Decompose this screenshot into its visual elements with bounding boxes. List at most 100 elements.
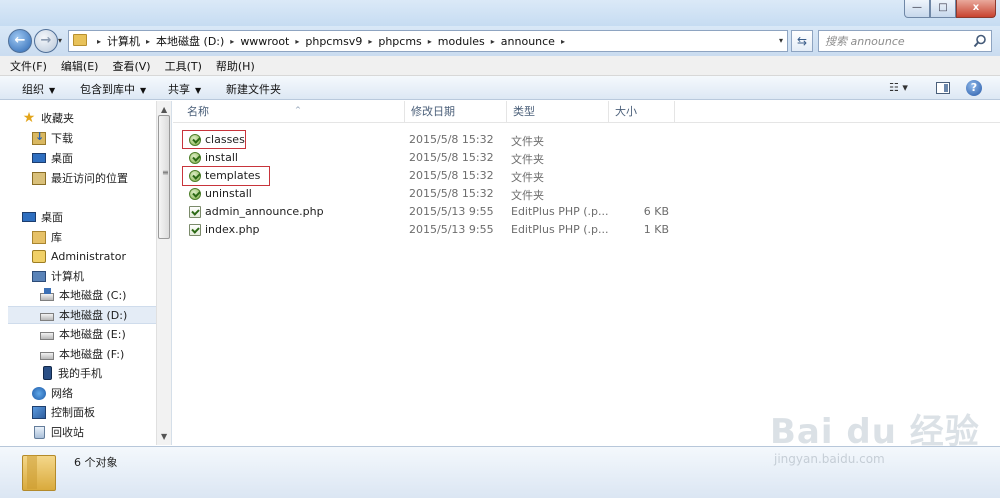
- folder-icon: [189, 152, 201, 164]
- download-folder-icon: [32, 130, 46, 145]
- sidebar-item-my-phone[interactable]: 我的手机: [40, 364, 195, 382]
- breadcrumb-separator-icon[interactable]: ▸: [97, 37, 101, 46]
- breadcrumb-item[interactable]: modules: [438, 35, 485, 48]
- breadcrumb-separator-icon[interactable]: ▸: [146, 37, 150, 46]
- recent-pages-dropdown[interactable]: ▾: [58, 36, 62, 45]
- address-bar[interactable]: ▸ 计算机 ▸ 本地磁盘 (D:) ▸ wwwroot ▸ phpcmsv9 ▸ phpcms ▸ m…: [68, 30, 788, 52]
- menu-view[interactable]: 查看(V): [112, 58, 150, 74]
- search-icon[interactable]: [973, 34, 987, 48]
- organize-button[interactable]: 组织 ▼: [22, 81, 55, 97]
- address-history-dropdown[interactable]: ▾: [779, 36, 783, 45]
- column-header-date-modified[interactable]: 修改日期: [405, 101, 507, 123]
- file-name: uninstall: [205, 187, 252, 200]
- column-header-label: 名称: [187, 105, 209, 118]
- sidebar-item-drive-c[interactable]: 本地磁盘 (C:): [40, 286, 195, 304]
- library-icon: [32, 230, 46, 244]
- drive-icon: [40, 331, 54, 340]
- file-date: 2015/5/13 9:55: [409, 205, 494, 218]
- change-view-button[interactable]: ☷ ▾: [889, 81, 908, 94]
- file-row[interactable]: install 2015/5/8 15:32 文件夹: [181, 149, 701, 167]
- file-date: 2015/5/8 15:32: [409, 169, 494, 182]
- file-row[interactable]: admin_announce.php 2015/5/13 9:55 EditPl…: [181, 203, 701, 221]
- folder-icon: [73, 34, 87, 46]
- sidebar-scrollbar[interactable]: ▲ ≡ ▼: [156, 101, 171, 445]
- menu-file[interactable]: 文件(F): [10, 58, 47, 74]
- title-bar: — □ x: [0, 0, 1000, 26]
- grip-icon: ≡: [162, 168, 169, 177]
- sidebar-item-label: 收藏夹: [41, 112, 74, 125]
- sidebar-item-label: 最近访问的位置: [51, 172, 128, 185]
- preview-pane-icon[interactable]: [936, 82, 950, 94]
- menu-tools[interactable]: 工具(T): [165, 58, 202, 74]
- search-input[interactable]: [825, 33, 975, 49]
- share-button[interactable]: 共享 ▼: [168, 81, 201, 97]
- column-header-size[interactable]: 大小: [609, 101, 675, 123]
- folder-icon: [189, 188, 201, 200]
- watermark-logo: Bai du 经验: [770, 412, 980, 452]
- sidebar-item-label: 本地磁盘 (E:): [59, 328, 126, 341]
- scroll-down-icon[interactable]: ▼: [161, 432, 167, 441]
- menu-bar: 文件(F) 编辑(E) 查看(V) 工具(T) 帮助(H): [0, 56, 1000, 76]
- breadcrumb-separator-icon[interactable]: ▸: [428, 37, 432, 46]
- breadcrumb-item[interactable]: phpcmsv9: [305, 35, 362, 48]
- minimize-button[interactable]: —: [904, 0, 930, 18]
- breadcrumb-item[interactable]: wwwroot: [240, 35, 289, 48]
- sidebar-item-label: Administrator: [51, 249, 126, 263]
- help-icon[interactable]: ?: [966, 80, 982, 96]
- column-header-type[interactable]: 类型: [507, 101, 609, 123]
- menu-edit[interactable]: 编辑(E): [61, 58, 99, 74]
- breadcrumb-separator-icon[interactable]: ▸: [368, 37, 372, 46]
- sidebar-item-favorites[interactable]: ★ 收藏夹: [22, 109, 177, 127]
- column-header-name[interactable]: 名称 ^: [181, 101, 405, 123]
- scroll-up-icon[interactable]: ▲: [161, 105, 167, 114]
- maximize-button[interactable]: □: [930, 0, 956, 18]
- chevron-down-icon: ▼: [195, 86, 202, 95]
- sidebar-item-drive-d[interactable]: 本地磁盘 (D:): [8, 306, 156, 324]
- file-size: 6 KB: [643, 205, 669, 218]
- phone-icon: [43, 366, 52, 380]
- breadcrumb-item[interactable]: 计算机: [107, 33, 140, 49]
- close-button[interactable]: x: [956, 0, 996, 18]
- new-folder-button[interactable]: 新建文件夹: [226, 81, 281, 97]
- back-button[interactable]: ←: [8, 29, 32, 53]
- sidebar-item-label: 我的手机: [58, 367, 102, 380]
- menu-help[interactable]: 帮助(H): [216, 58, 255, 74]
- sidebar-item-label: 桌面: [41, 211, 63, 224]
- breadcrumb-separator-icon[interactable]: ▸: [230, 37, 234, 46]
- breadcrumb-separator-icon[interactable]: ▸: [561, 37, 565, 46]
- file-row[interactable]: index.php 2015/5/13 9:55 EditPlus PHP (.…: [181, 221, 701, 239]
- sidebar-item-label: 计算机: [51, 270, 84, 283]
- file-type: 文件夹: [511, 189, 544, 202]
- organize-label: 组织: [22, 83, 44, 96]
- include-in-library-button[interactable]: 包含到库中 ▼: [80, 81, 146, 97]
- network-icon: [32, 386, 46, 400]
- desktop-icon: [22, 212, 36, 222]
- breadcrumb: ▸ 计算机 ▸ 本地磁盘 (D:) ▸ wwwroot ▸ phpcmsv9 ▸ phpcms ▸ m…: [91, 31, 571, 51]
- chevron-down-icon: ▼: [49, 86, 56, 95]
- breadcrumb-item[interactable]: announce: [501, 35, 555, 48]
- php-file-icon: [189, 224, 201, 236]
- file-date: 2015/5/8 15:32: [409, 151, 494, 164]
- column-headers: 名称 ^ 修改日期 类型 大小: [173, 101, 1000, 123]
- control-panel-icon: [32, 405, 46, 419]
- scrollbar-thumb[interactable]: ≡: [158, 115, 170, 239]
- file-row[interactable]: classes 2015/5/8 15:32 文件夹: [181, 131, 701, 149]
- sidebar-item-drive-f[interactable]: 本地磁盘 (F:): [40, 345, 195, 363]
- file-name: admin_announce.php: [205, 205, 324, 218]
- breadcrumb-separator-icon[interactable]: ▸: [491, 37, 495, 46]
- search-box[interactable]: [818, 30, 992, 52]
- refresh-button[interactable]: ⇆: [791, 30, 813, 52]
- file-row[interactable]: uninstall 2015/5/8 15:32 文件夹: [181, 185, 701, 203]
- sidebar-item-desktop-root[interactable]: 桌面: [22, 208, 177, 226]
- breadcrumb-item[interactable]: 本地磁盘 (D:): [156, 33, 224, 49]
- desktop-icon: [32, 153, 46, 163]
- sidebar-item-label: 控制面板: [51, 406, 95, 419]
- file-type: EditPlus PHP (.p...: [511, 223, 609, 236]
- item-count: 6 个对象: [74, 456, 118, 469]
- breadcrumb-separator-icon[interactable]: ▸: [295, 37, 299, 46]
- forward-button[interactable]: →: [34, 29, 58, 53]
- watermark-url: jingyan.baidu.com: [774, 452, 885, 466]
- highlight-box-classes: [182, 130, 246, 149]
- sidebar-item-drive-e[interactable]: 本地磁盘 (E:): [40, 325, 195, 343]
- breadcrumb-item[interactable]: phpcms: [378, 35, 421, 48]
